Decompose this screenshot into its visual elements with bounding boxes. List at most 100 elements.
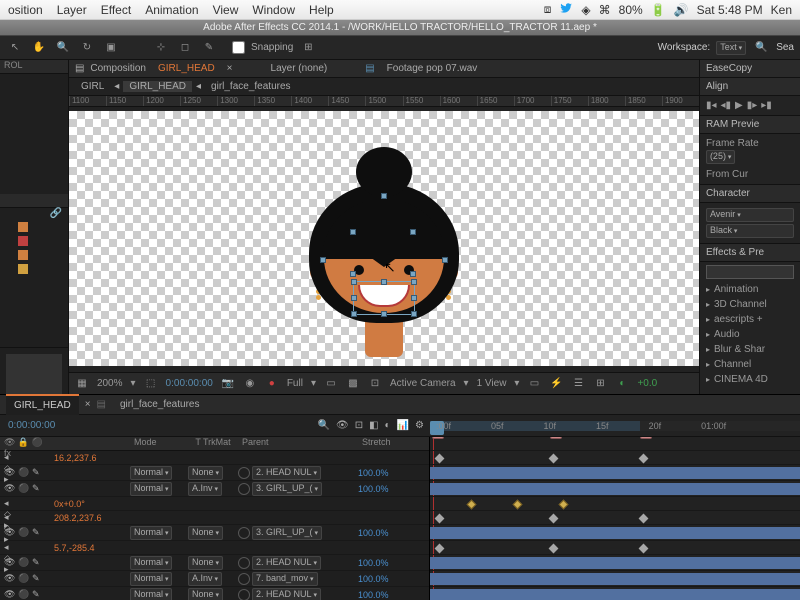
project-item[interactable]: [0, 220, 68, 234]
3d-view-icon[interactable]: ⊡: [368, 377, 382, 391]
pickwhip-icon[interactable]: [238, 467, 250, 479]
comp-marker[interactable]: 3: [640, 437, 652, 439]
pickwhip-icon[interactable]: [238, 483, 250, 495]
trkmat-dropdown[interactable]: None: [188, 556, 223, 570]
prev-next-icon[interactable]: ▮▸: [747, 100, 758, 111]
timeline-timecode[interactable]: 0:00:00:00: [8, 420, 55, 431]
selection-box[interactable]: [353, 281, 415, 315]
menu-layer[interactable]: Layer: [57, 3, 87, 17]
tab-composition[interactable]: GIRL_HEAD: [152, 60, 221, 78]
camera-dropdown[interactable]: Active Camera: [390, 378, 456, 389]
selection-tool-icon[interactable]: ↖: [6, 39, 24, 57]
stretch-value[interactable]: 100.0%: [358, 574, 408, 584]
rotate-tool-icon[interactable]: ↻: [78, 39, 96, 57]
pixel-ar-icon[interactable]: ▭: [527, 377, 541, 391]
menu-effect[interactable]: Effect: [101, 3, 131, 17]
reset-exposure-icon[interactable]: ◐: [615, 377, 629, 391]
prev-play-icon[interactable]: ▶: [735, 100, 743, 111]
layer-row[interactable]: ◂ ◇ ▸0x+0.0°: [0, 497, 429, 511]
fx-category[interactable]: Audio: [700, 327, 800, 342]
views-dropdown[interactable]: 1 View: [477, 378, 507, 389]
snap-option-icon[interactable]: ⊞: [299, 39, 317, 57]
ram-preview-panel[interactable]: RAM Previe: [700, 116, 800, 134]
layer-row[interactable]: ◂ ◇ ▸16.2,237.6: [0, 451, 429, 465]
zoom-value[interactable]: 200%: [97, 378, 123, 389]
search-icon[interactable]: 🔍: [752, 39, 770, 57]
pickwhip-icon[interactable]: [238, 589, 250, 600]
visibility-icon[interactable]: 👁: [4, 573, 16, 585]
timeline-icon[interactable]: ☰: [571, 377, 585, 391]
exposure-value[interactable]: +0.0: [637, 378, 657, 389]
visibility-icon[interactable]: 👁: [4, 589, 16, 600]
trkmat-dropdown[interactable]: None: [188, 466, 223, 480]
solo-icon[interactable]: ⚫: [18, 589, 30, 600]
grid-icon[interactable]: ▦: [75, 377, 89, 391]
close-icon[interactable]: ×: [85, 399, 91, 410]
dropbox-icon[interactable]: ⧈: [544, 2, 552, 17]
layer-row[interactable]: 👁⚫✎ Normal None 2. HEAD NUL 100.0%: [0, 587, 429, 600]
visibility-icon[interactable]: 👁: [4, 527, 16, 539]
parent-dropdown[interactable]: 2. HEAD NUL: [252, 588, 321, 600]
time-ruler[interactable]: :00f05f10f15f20f01:00f: [430, 421, 800, 431]
timecode[interactable]: 0:00:00:00: [166, 378, 213, 389]
volume-icon[interactable]: 🔊: [674, 3, 689, 17]
mask-icon[interactable]: ⬚: [144, 377, 158, 391]
solo-icon[interactable]: ⚫: [18, 557, 30, 569]
solo-icon[interactable]: ⚫: [18, 467, 30, 479]
link-icon[interactable]: 🔗: [49, 208, 61, 220]
transparency-icon[interactable]: ▩: [346, 377, 360, 391]
blend-mode-dropdown[interactable]: Normal: [130, 482, 172, 496]
frame-rate-dropdown[interactable]: (25): [706, 150, 735, 164]
solo-icon[interactable]: ⚫: [18, 527, 30, 539]
shy-icon[interactable]: 👁: [336, 420, 349, 431]
menu-help[interactable]: Help: [309, 3, 334, 17]
visibility-icon[interactable]: 👁: [4, 483, 16, 495]
project-item[interactable]: [0, 262, 68, 276]
user-name[interactable]: Ken: [771, 3, 792, 17]
effects-search-input[interactable]: [706, 265, 794, 279]
close-icon[interactable]: ×: [227, 63, 233, 74]
comp-marker[interactable]: 1: [432, 437, 444, 439]
comp-flow-icon[interactable]: ⊞: [593, 377, 607, 391]
timeline-tab-girl-head[interactable]: GIRL_HEAD: [6, 394, 79, 416]
stretch-value[interactable]: 100.0%: [358, 484, 408, 494]
tab-footage[interactable]: Footage pop 07.wav: [381, 60, 484, 78]
snapping-checkbox[interactable]: [232, 41, 245, 54]
pickwhip-icon[interactable]: [238, 573, 250, 585]
property-value[interactable]: 0x+0.0°: [50, 499, 130, 509]
layer-row[interactable]: 👁⚫✎ Normal A.Inv 7. band_mov 100.0%: [0, 571, 429, 587]
prev-first-icon[interactable]: ▮◂: [706, 100, 717, 111]
tab-layer[interactable]: Layer (none): [265, 60, 334, 78]
layer-row[interactable]: ◂ ◇ ▸208.2,237.6: [0, 511, 429, 525]
menu-animation[interactable]: Animation: [145, 3, 198, 17]
fx-category[interactable]: Blur & Shar: [700, 342, 800, 357]
blend-mode-dropdown[interactable]: Normal: [130, 588, 172, 600]
parent-dropdown[interactable]: 2. HEAD NUL: [252, 556, 321, 570]
draft3d-icon[interactable]: ⊡: [355, 420, 363, 431]
channel-icon[interactable]: ◉: [243, 377, 257, 391]
anchor-tool-icon[interactable]: ⊹: [152, 39, 170, 57]
easecopy-panel[interactable]: EaseCopy: [700, 60, 800, 78]
solo-icon[interactable]: ⚫: [18, 483, 30, 495]
font-family-dropdown[interactable]: Avenir: [706, 208, 794, 222]
motion-blur-icon[interactable]: ◐: [385, 420, 391, 431]
effects-presets-panel[interactable]: Effects & Pre: [700, 244, 800, 262]
project-item[interactable]: [0, 248, 68, 262]
property-value[interactable]: 16.2,237.6: [50, 453, 130, 463]
workspace-dropdown[interactable]: Text: [716, 41, 746, 55]
stretch-value[interactable]: 100.0%: [358, 590, 408, 600]
visibility-icon[interactable]: 👁: [4, 467, 16, 479]
parent-dropdown[interactable]: 3. GIRL_UP_(: [252, 482, 322, 496]
prev-last-icon[interactable]: ▸▮: [761, 100, 772, 111]
trkmat-dropdown[interactable]: None: [188, 588, 223, 600]
timeline-tab-face-features[interactable]: girl_face_features: [112, 395, 208, 415]
blend-mode-dropdown[interactable]: Normal: [130, 572, 172, 586]
comp-marker[interactable]: 2: [550, 437, 562, 439]
align-panel[interactable]: Align: [700, 78, 800, 96]
layer-row[interactable]: 👁⚫✎ Normal A.Inv 3. GIRL_UP_( 100.0%: [0, 481, 429, 497]
crumb-face-features[interactable]: girl_face_features: [205, 81, 297, 92]
timeline-tracks[interactable]: 1 2 3: [430, 437, 800, 600]
parent-dropdown[interactable]: 3. GIRL_UP_(: [252, 526, 322, 540]
blend-mode-dropdown[interactable]: Normal: [130, 556, 172, 570]
resolution-dropdown[interactable]: Full: [287, 378, 303, 389]
